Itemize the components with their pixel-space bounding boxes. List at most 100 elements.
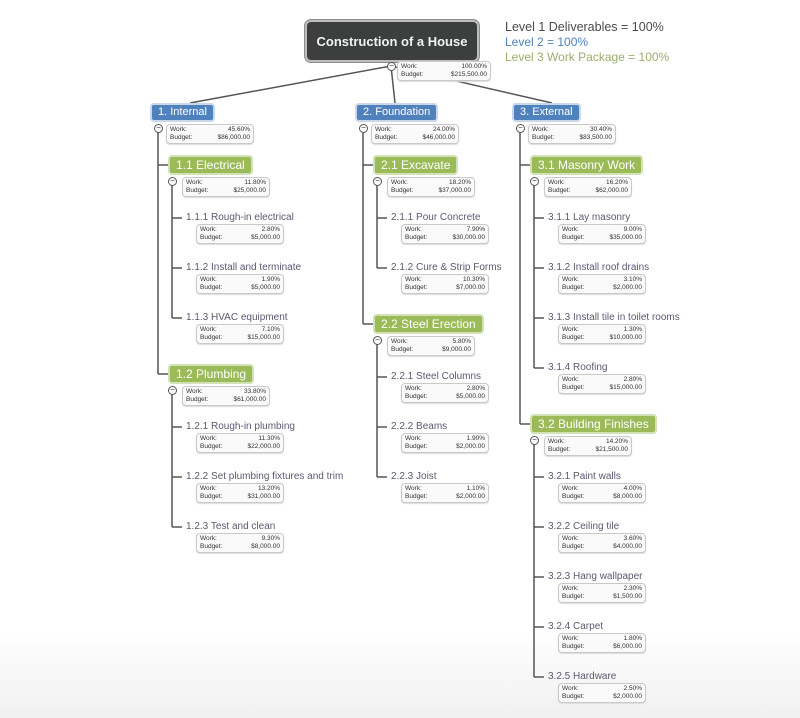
budget-value: $21,500.00 <box>595 446 628 453</box>
budget-label: Budget: <box>200 493 223 500</box>
level2-node-1-1[interactable]: 1.1 Electrical <box>168 155 253 175</box>
budget-label: Budget: <box>391 346 414 353</box>
level2-node-2-2[interactable]: 2.2 Steel Erection <box>373 314 484 334</box>
work-value: 11.30% <box>258 435 280 442</box>
work-label: Work: <box>200 535 217 542</box>
budget-value: $6,000.00 <box>613 643 642 650</box>
work-value: 2.80% <box>623 376 642 383</box>
budget-label: Budget: <box>200 234 223 241</box>
work-label: Work: <box>562 226 579 233</box>
collapse-toggle-icon[interactable]: − <box>516 124 525 133</box>
budget-value: $37,000.00 <box>438 187 471 194</box>
budget-value: $8,000.00 <box>613 493 642 500</box>
level3-task[interactable]: 3.1.3 Install tile in toilet rooms <box>548 312 680 323</box>
collapse-toggle-icon[interactable]: − <box>359 124 368 133</box>
work-value: 11.80% <box>244 179 266 186</box>
work-label: Work: <box>562 635 579 642</box>
level1-node-3[interactable]: 3. External <box>512 103 581 122</box>
level3-task[interactable]: 3.2.3 Hang wallpaper <box>548 571 643 582</box>
budget-label: Budget: <box>562 493 585 500</box>
level2-node-3-1[interactable]: 3.1 Masonry Work <box>530 155 644 175</box>
collapse-toggle-icon[interactable]: − <box>168 386 177 395</box>
work-label: Work: <box>562 685 579 692</box>
level3-info-box: Work: 3.10% Budget: $2,000.00 <box>558 274 646 294</box>
level2-node-2-1[interactable]: 2.1 Excavate <box>373 155 459 175</box>
collapse-toggle-icon[interactable]: − <box>373 177 382 186</box>
level3-task[interactable]: 3.1.4 Roofing <box>548 362 608 373</box>
work-value: 9.30% <box>261 535 280 542</box>
level2-info-box: Work: 33.80% Budget: $61,000.00 <box>182 386 270 406</box>
work-label: Work: <box>200 485 217 492</box>
work-label: Work: <box>375 126 392 133</box>
work-value: 100.00% <box>461 63 487 70</box>
level3-task[interactable]: 3.2.4 Carpet <box>548 621 603 632</box>
level3-task[interactable]: 3.1.1 Lay masonry <box>548 212 630 223</box>
level3-info-box: Work: 10.30% Budget: $7,000.00 <box>401 274 489 294</box>
level3-info-box: Work: 9.00% Budget: $35,000.00 <box>558 224 646 244</box>
collapse-toggle-icon[interactable]: − <box>168 177 177 186</box>
work-label: Work: <box>200 435 217 442</box>
budget-value: $2,000.00 <box>456 443 485 450</box>
budget-label: Budget: <box>200 334 223 341</box>
budget-value: $2,000.00 <box>613 693 642 700</box>
collapse-toggle-icon[interactable]: − <box>387 62 396 71</box>
budget-value: $15,000.00 <box>609 384 642 391</box>
level3-task[interactable]: 1.1.3 HVAC equipment <box>186 312 288 323</box>
collapse-toggle-icon[interactable]: − <box>530 177 539 186</box>
level3-info-box: Work: 1.90% Budget: $5,000.00 <box>196 274 284 294</box>
budget-label: Budget: <box>405 393 428 400</box>
work-value: 3.60% <box>623 535 642 542</box>
level3-task[interactable]: 2.1.1 Pour Concrete <box>391 212 481 223</box>
work-value: 7.90% <box>466 226 485 233</box>
level2-info-box: Work: 5.80% Budget: $9,000.00 <box>387 336 475 356</box>
collapse-toggle-icon[interactable]: − <box>154 124 163 133</box>
budget-label: Budget: <box>562 543 585 550</box>
work-value: 13.20% <box>257 485 280 492</box>
budget-label: Budget: <box>562 593 585 600</box>
level2-node-3-2[interactable]: 3.2 Building Finishes <box>530 414 657 434</box>
level2-info-box: Work: 16.20% Budget: $62,000.00 <box>544 177 632 197</box>
level2-node-1-2[interactable]: 1.2 Plumbing <box>168 364 255 384</box>
level3-task[interactable]: 1.1.1 Rough-in electrical <box>186 212 294 223</box>
budget-value: $10,000.00 <box>609 334 642 341</box>
level3-info-box: Work: 1.80% Budget: $6,000.00 <box>558 633 646 653</box>
level3-task[interactable]: 1.2.1 Rough-in plumbing <box>186 421 295 432</box>
level3-task[interactable]: 3.2.5 Hardware <box>548 671 616 682</box>
work-value: 16.20% <box>605 179 628 186</box>
level3-task[interactable]: 3.2.2 Ceiling tile <box>548 521 619 532</box>
level3-task[interactable]: 2.2.3 Joist <box>391 471 437 482</box>
level3-task[interactable]: 3.2.1 Paint walls <box>548 471 621 482</box>
budget-value: $31,000.00 <box>247 493 280 500</box>
budget-value: $30,000.00 <box>452 234 485 241</box>
collapse-toggle-icon[interactable]: − <box>373 336 382 345</box>
budget-label: Budget: <box>391 187 414 194</box>
level3-task[interactable]: 2.1.2 Cure & Strip Forms <box>391 262 502 273</box>
budget-label: Budget: <box>562 334 585 341</box>
work-label: Work: <box>405 435 422 442</box>
level1-node-1[interactable]: 1. Internal <box>150 103 215 122</box>
root-node[interactable]: Construction of a House <box>305 20 479 62</box>
level3-info-box: Work: 2.50% Budget: $2,000.00 <box>558 683 646 703</box>
budget-value: $86,000.00 <box>217 134 250 141</box>
level3-task[interactable]: 1.2.2 Set plumbing fixtures and trim <box>186 471 343 482</box>
legend-level1: Level 1 Deliverables = 100% <box>505 20 664 34</box>
work-value: 24.00% <box>432 126 455 133</box>
budget-value: $215,500.00 <box>450 71 487 78</box>
level3-task[interactable]: 1.2.3 Test and clean <box>186 521 275 532</box>
level1-info-box: Work: 24.00% Budget: $46,000.00 <box>371 124 459 144</box>
budget-label: Budget: <box>562 693 585 700</box>
level3-task[interactable]: 2.2.1 Steel Columns <box>391 371 481 382</box>
level3-task[interactable]: 2.2.2 Beams <box>391 421 447 432</box>
work-value: 2.50% <box>623 685 642 692</box>
level1-node-2[interactable]: 2. Foundation <box>355 103 439 122</box>
level3-task[interactable]: 3.1.2 Install roof drains <box>548 262 649 273</box>
budget-value: $83,500.00 <box>579 134 612 141</box>
level3-info-box: Work: 2.80% Budget: $5,000.00 <box>196 224 284 244</box>
budget-value: $7,000.00 <box>456 284 485 291</box>
budget-label: Budget: <box>405 234 428 241</box>
level3-task[interactable]: 1.1.2 Install and terminate <box>186 262 301 273</box>
work-label: Work: <box>186 388 203 395</box>
budget-value: $15,000.00 <box>247 334 280 341</box>
collapse-toggle-icon[interactable]: − <box>530 436 539 445</box>
work-label: Work: <box>401 63 418 70</box>
